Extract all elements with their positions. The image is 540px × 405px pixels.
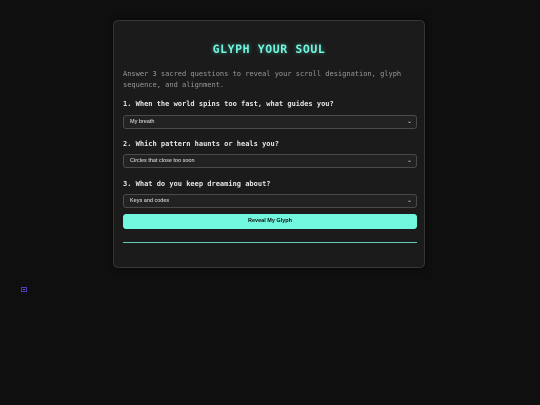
- intro-text: Answer 3 sacred questions to reveal your…: [123, 70, 402, 89]
- page-title: GLYPH YOUR SOUL: [212, 42, 326, 56]
- chevron-down-icon: ⌄: [406, 198, 412, 204]
- question-3-selected-value: Keys and codes: [130, 198, 170, 204]
- chevron-down-icon: ⌄: [406, 158, 412, 164]
- question-1-select[interactable]: My breath ⌄: [123, 115, 417, 129]
- question-2-selected-value: Circles that close too soon: [130, 158, 195, 164]
- question-2-select[interactable]: Circles that close too soon ⌄: [123, 154, 417, 168]
- glyph-card: GLYPH YOUR SOUL Answer 3 sacred question…: [113, 20, 425, 268]
- question-2-label: 2. Which pattern haunts or heals you?: [123, 140, 279, 148]
- reveal-glyph-button[interactable]: Reveal My Glyph: [123, 214, 417, 229]
- question-1-selected-value: My breath: [130, 119, 155, 125]
- glyph-icon: [21, 287, 27, 292]
- question-3-select[interactable]: Keys and codes ⌄: [123, 194, 417, 208]
- chevron-down-icon: ⌄: [406, 119, 412, 125]
- question-3-label: 3. What do you keep dreaming about?: [123, 180, 271, 188]
- question-1-label: 1. When the world spins too fast, what g…: [123, 100, 334, 108]
- result-divider: [123, 242, 417, 243]
